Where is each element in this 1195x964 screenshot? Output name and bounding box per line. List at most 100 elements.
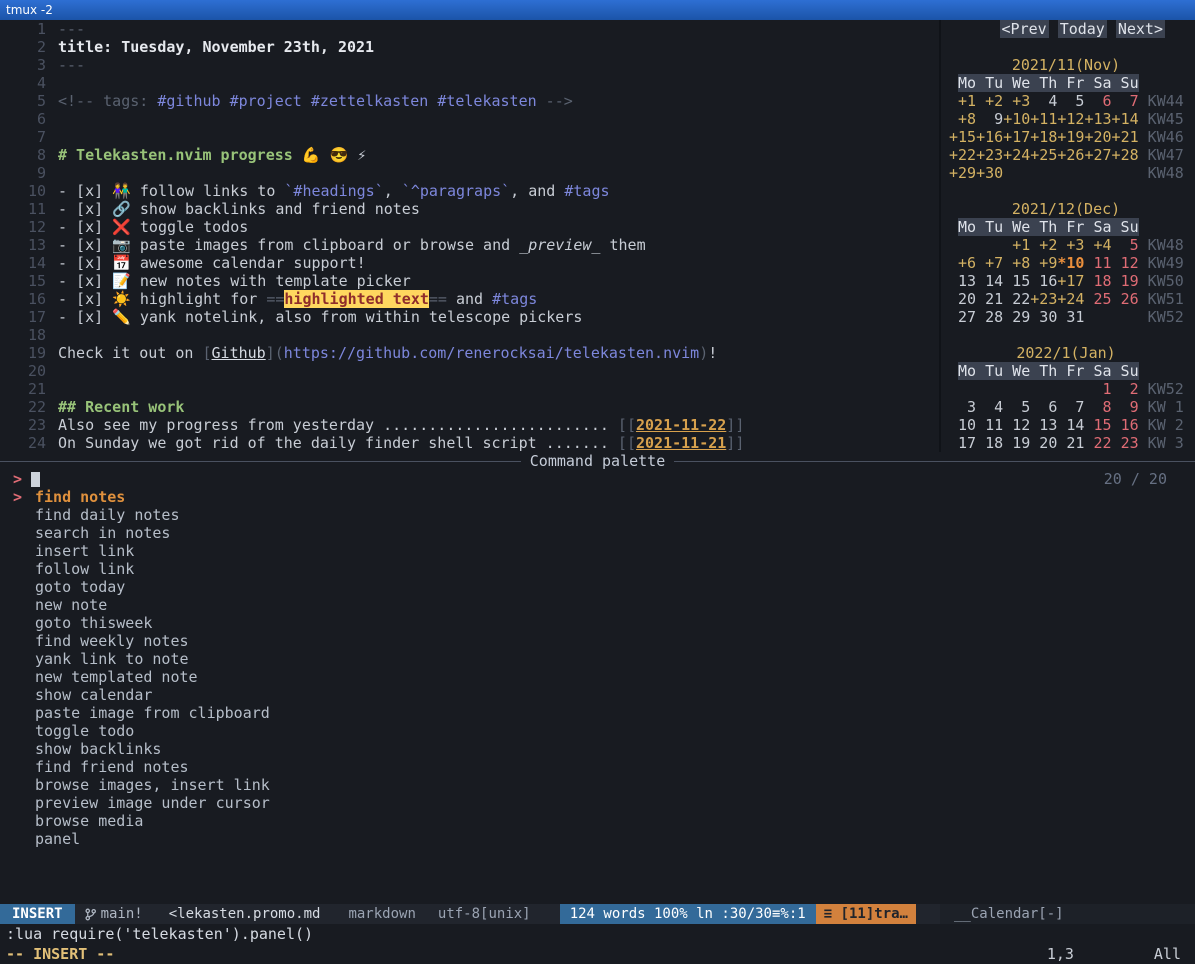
buffer-line[interactable]: 4 — [0, 74, 939, 92]
buffer-line[interactable]: 2title: Tuesday, November 23th, 2021 — [0, 38, 939, 56]
calendar-weekday-header: Mo Tu We Th Fr Sa Su — [958, 218, 1139, 236]
palette-item[interactable]: toggle todo — [0, 722, 1195, 740]
buffer-line[interactable]: 3--- — [0, 56, 939, 74]
calendar-days[interactable]: 27 28 29 30 31 — [949, 308, 1084, 326]
calendar-today-button[interactable]: Today — [1058, 20, 1107, 38]
buffer-line[interactable]: 9 — [0, 164, 939, 182]
calendar-days[interactable]: 17 18 19 20 21 — [949, 434, 1084, 452]
palette-item[interactable]: new note — [0, 596, 1195, 614]
calendar-days[interactable]: +17 — [1057, 272, 1084, 290]
calendar-days[interactable]: +8 — [949, 110, 976, 128]
palette-item[interactable]: >find notes — [0, 488, 1195, 506]
calendar-days[interactable]: 1 2 — [1084, 380, 1138, 398]
palette-item[interactable]: find friend notes — [0, 758, 1195, 776]
palette-item[interactable]: insert link — [0, 542, 1195, 560]
palette-item[interactable]: search in notes — [0, 524, 1195, 542]
calendar-days[interactable]: +15+16+17+18+19+20+21 — [949, 128, 1139, 146]
calendar-days[interactable]: +1 +2 +3 +4 — [1003, 236, 1111, 254]
buffer-line[interactable]: 13- [x] 📷 paste images from clipboard or… — [0, 236, 939, 254]
line-number: 11 — [0, 200, 46, 218]
calendar-days[interactable]: 3 4 5 6 7 — [949, 398, 1084, 416]
calendar-week-row[interactable]: +1 +2 +3 +4 5 KW48 — [949, 236, 1195, 254]
palette-prompt-row[interactable]: > 20 / 20 — [0, 470, 1195, 488]
calendar-days[interactable]: 6 7 — [1084, 92, 1138, 110]
text-segment: [[ — [618, 434, 636, 452]
palette-item[interactable]: browse images, insert link — [0, 776, 1195, 794]
palette-item[interactable]: show backlinks — [0, 740, 1195, 758]
palette-item[interactable]: browse media — [0, 812, 1195, 830]
calendar-days[interactable] — [949, 236, 1003, 254]
calendar-days[interactable]: +10+11+12+13+14 — [1003, 110, 1138, 128]
calendar-days[interactable]: 25 26 — [1084, 290, 1138, 308]
line-text: - [x] 👫 follow links to `#headings`, `^p… — [58, 182, 610, 200]
calendar-days[interactable]: 4 5 — [1030, 92, 1084, 110]
buffer-line[interactable]: 7 — [0, 128, 939, 146]
calendar-week-row[interactable]: 27 28 29 30 31 KW52 — [949, 308, 1195, 326]
calendar-week-row[interactable]: 10 11 12 13 14 15 16 KW 2 — [949, 416, 1195, 434]
palette-item[interactable]: preview image under cursor — [0, 794, 1195, 812]
calendar-days[interactable]: 13 14 15 16 — [949, 272, 1057, 290]
calendar-days[interactable]: 11 12 — [1084, 254, 1138, 272]
buffer-line[interactable]: 19Check it out on [Github](https://githu… — [0, 344, 939, 362]
buffer-line[interactable]: 5<!-- tags: #github #project #zettelkast… — [0, 92, 939, 110]
calendar-days[interactable]: 15 16 — [1084, 416, 1138, 434]
palette-item[interactable]: show calendar — [0, 686, 1195, 704]
calendar-week-row[interactable]: +8 9+10+11+12+13+14 KW45 — [949, 110, 1195, 128]
calendar-days[interactable]: +23+24 — [1030, 290, 1084, 308]
palette-item[interactable]: goto thisweek — [0, 614, 1195, 632]
calendar-days[interactable]: 5 — [1112, 236, 1139, 254]
palette-item[interactable]: panel — [0, 830, 1195, 848]
buffer-line[interactable]: 18 — [0, 326, 939, 344]
palette-item[interactable]: follow link — [0, 560, 1195, 578]
calendar-prev-button[interactable]: <Prev — [1000, 20, 1049, 38]
buffer-line[interactable]: 16- [x] ☀️ highlight for ==highlighted t… — [0, 290, 939, 308]
buffer-line[interactable]: 21 — [0, 380, 939, 398]
buffer-line[interactable]: 10- [x] 👫 follow links to `#headings`, `… — [0, 182, 939, 200]
tab-indicator[interactable]: ≡ [11]tra… — [816, 904, 916, 924]
calendar-week-number: KW45 — [1139, 110, 1184, 128]
calendar-days[interactable]: *10 — [1057, 254, 1084, 272]
palette-item[interactable]: yank link to note — [0, 650, 1195, 668]
calendar-days[interactable]: 22 23 — [1084, 434, 1138, 452]
palette-item[interactable]: goto today — [0, 578, 1195, 596]
calendar-days[interactable]: +22+23+24+25+26+27+28 — [949, 146, 1139, 164]
buffer-line[interactable]: 24On Sunday we got rid of the daily find… — [0, 434, 939, 452]
buffer-line[interactable]: 6 — [0, 110, 939, 128]
buffer-line[interactable]: 17- [x] ✏️ yank notelink, also from with… — [0, 308, 939, 326]
buffer-line[interactable]: 8# Telekasten.nvim progress 💪 😎 ⚡ — [0, 146, 939, 164]
buffer-line[interactable]: 14- [x] 📅 awesome calendar support! — [0, 254, 939, 272]
calendar-week-row[interactable]: 3 4 5 6 7 8 9 KW 1 — [949, 398, 1195, 416]
calendar-week-row[interactable]: +29+30 KW48 — [949, 164, 1195, 182]
calendar-days[interactable]: 9 — [976, 110, 1003, 128]
calendar-week-row[interactable]: +1 +2 +3 4 5 6 7 KW44 — [949, 92, 1195, 110]
calendar-week-row[interactable]: 1 2 KW52 — [949, 380, 1195, 398]
palette-item[interactable]: find weekly notes — [0, 632, 1195, 650]
calendar-days[interactable]: 20 21 22 — [949, 290, 1030, 308]
calendar-week-row[interactable]: 17 18 19 20 21 22 23 KW 3 — [949, 434, 1195, 452]
palette-item[interactable]: new templated note — [0, 668, 1195, 686]
calendar-days[interactable]: +29+30 — [949, 164, 1003, 182]
calendar-days[interactable]: +1 +2 +3 — [949, 92, 1030, 110]
buffer-line[interactable]: 12- [x] ❌ toggle todos — [0, 218, 939, 236]
buffer-line[interactable]: 22## Recent work — [0, 398, 939, 416]
calendar-week-row[interactable]: 13 14 15 16+17 18 19 KW50 — [949, 272, 1195, 290]
palette-item[interactable]: paste image from clipboard — [0, 704, 1195, 722]
buffer-line[interactable]: 15- [x] 📝 new notes with template picker — [0, 272, 939, 290]
calendar-week-row[interactable]: +22+23+24+25+26+27+28 KW47 — [949, 146, 1195, 164]
calendar-week-row[interactable]: +6 +7 +8 +9*10 11 12 KW49 — [949, 254, 1195, 272]
buffer-line[interactable]: 23Also see my progress from yesterday ..… — [0, 416, 939, 434]
command-line[interactable]: :lua require('telekasten').panel() — [0, 924, 1195, 944]
markdown-buffer[interactable]: 1---2title: Tuesday, November 23th, 2021… — [0, 20, 939, 452]
calendar-days[interactable]: 10 11 12 13 14 — [949, 416, 1084, 434]
buffer-line[interactable]: 11- [x] 🔗 show backlinks and friend note… — [0, 200, 939, 218]
calendar-days[interactable]: 18 19 — [1084, 272, 1138, 290]
calendar-days[interactable]: +6 +7 +8 +9 — [949, 254, 1057, 272]
palette-item[interactable]: find daily notes — [0, 506, 1195, 524]
calendar-week-row[interactable]: +15+16+17+18+19+20+21 KW46 — [949, 128, 1195, 146]
calendar-days[interactable]: 8 9 — [1084, 398, 1138, 416]
calendar-next-button[interactable]: Next> — [1116, 20, 1165, 38]
calendar-week-row[interactable]: 20 21 22+23+24 25 26 KW51 — [949, 290, 1195, 308]
calendar-days[interactable] — [949, 380, 1084, 398]
buffer-line[interactable]: 1--- — [0, 20, 939, 38]
buffer-line[interactable]: 20 — [0, 362, 939, 380]
